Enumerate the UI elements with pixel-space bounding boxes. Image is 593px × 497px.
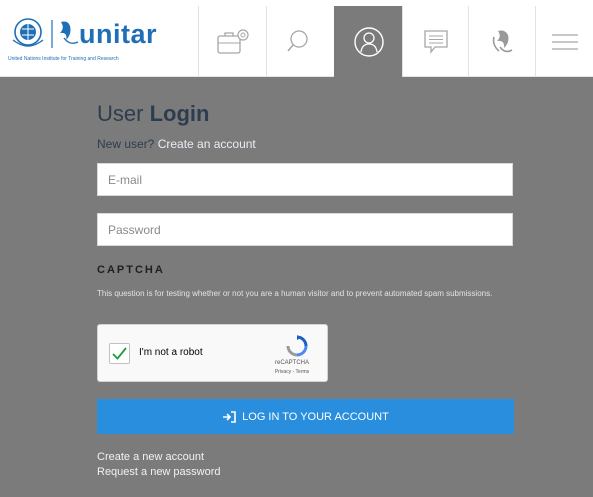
menu-icon [551, 33, 578, 50]
nav-chat[interactable] [402, 6, 468, 77]
recaptcha-checkbox[interactable] [109, 343, 130, 364]
password-field[interactable] [97, 213, 513, 246]
title-bold: Login [149, 101, 210, 126]
login-button-label: LOG IN TO YOUR ACCOUNT [242, 410, 389, 423]
briefcase-icon [216, 28, 249, 54]
user-icon [353, 26, 384, 57]
captcha-heading: CAPTCHA [97, 264, 165, 276]
login-button[interactable]: LOG IN TO YOUR ACCOUNT [97, 399, 514, 434]
recaptcha-widget: I'm not a robot reCAPTCHA Privacy - Term… [97, 324, 328, 382]
recaptcha-links[interactable]: Privacy - Terms [256, 369, 328, 375]
request-password-link[interactable]: Request a new password [97, 466, 221, 478]
page-title: User Login [97, 101, 209, 127]
recaptcha-brand: reCAPTCHA [274, 360, 309, 366]
create-account-link[interactable]: Create an account [158, 137, 256, 151]
captcha-description: This question is for testing whether or … [97, 289, 493, 298]
recaptcha-logo-icon [286, 335, 308, 357]
site-header: unitar United Nations Institute for Trai… [0, 0, 593, 77]
create-new-account-link[interactable]: Create a new account [97, 451, 204, 463]
email-field[interactable] [97, 163, 513, 196]
nav-menu[interactable] [535, 6, 593, 77]
search-icon [286, 29, 308, 51]
logo-wordmark: unitar [79, 19, 158, 49]
recaptcha-label: I'm not a robot [139, 347, 203, 358]
globe-icon [492, 30, 513, 52]
chat-icon [423, 29, 448, 54]
title-plain: User [97, 101, 150, 126]
nav-user[interactable] [334, 6, 402, 77]
unitar-logo[interactable]: unitar United Nations Institute for Trai… [8, 16, 198, 66]
logo-tagline: United Nations Institute for Training an… [8, 56, 119, 62]
new-user-text: New user? [97, 137, 155, 151]
sign-in-icon [223, 410, 236, 423]
nav-search[interactable] [266, 6, 334, 77]
nav-globe[interactable] [468, 6, 535, 77]
checkmark-icon [112, 347, 127, 360]
new-user-line: New user? Create an account [97, 137, 256, 151]
nav-briefcase[interactable] [198, 6, 266, 77]
